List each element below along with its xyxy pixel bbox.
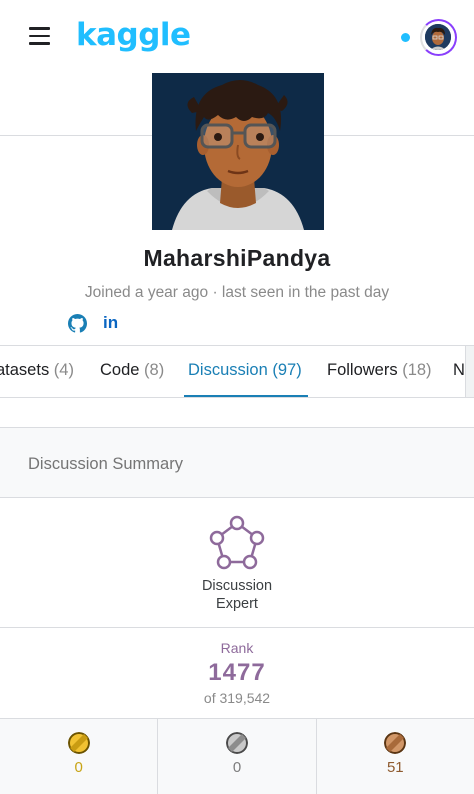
profile-tabs: atasets (4) Code (8) Discussion (97) Fol… bbox=[0, 345, 474, 398]
rank-value: 1477 bbox=[208, 659, 266, 686]
linkedin-icon[interactable]: in bbox=[103, 313, 118, 333]
tier-label-line1: Discussion bbox=[201, 578, 273, 594]
silver-medal-count: 0 bbox=[232, 759, 242, 776]
tab-label: Followers bbox=[327, 361, 398, 379]
tab-next[interactable]: N bbox=[453, 361, 465, 380]
profile-picture bbox=[152, 73, 324, 230]
tab-label: N bbox=[453, 361, 465, 379]
user-avatar-button[interactable] bbox=[420, 19, 457, 56]
avatar bbox=[425, 24, 451, 50]
tab-count: (8) bbox=[144, 361, 165, 379]
hamburger-menu-icon[interactable] bbox=[29, 27, 53, 47]
medals-row: 0 0 51 bbox=[0, 718, 474, 794]
section-gap bbox=[0, 398, 474, 427]
gold-medal-cell: 0 bbox=[0, 719, 159, 794]
tab-count: (18) bbox=[402, 361, 432, 379]
tab-label: Code bbox=[100, 361, 140, 379]
tab-label: atasets bbox=[0, 361, 50, 379]
silver-medal-icon bbox=[225, 732, 248, 754]
tier-label: Discussion Expert bbox=[0, 577, 474, 613]
gold-medal-icon bbox=[67, 732, 90, 754]
tabs-scroll-edge[interactable] bbox=[465, 346, 474, 397]
kaggle-logo[interactable]: kaggle bbox=[76, 17, 191, 53]
rank-label: Rank bbox=[220, 640, 254, 656]
profile-joined-text: Joined a year ago · last seen in the pas… bbox=[84, 284, 390, 301]
tab-label: Discussion bbox=[188, 361, 268, 379]
notification-dot bbox=[401, 33, 410, 42]
tab-count: (4) bbox=[53, 361, 74, 379]
gold-medal-count: 0 bbox=[74, 759, 83, 776]
silver-medal-cell: 0 bbox=[158, 719, 317, 794]
social-links: in bbox=[68, 313, 118, 333]
discussion-expert-icon bbox=[209, 515, 265, 570]
summary-title: Discussion Summary bbox=[28, 455, 183, 473]
profile-username: MaharshiPandya bbox=[143, 245, 331, 271]
tab-discussion[interactable]: Discussion (97) bbox=[188, 361, 302, 380]
tab-code[interactable]: Code (8) bbox=[100, 361, 164, 380]
tab-count: (97) bbox=[272, 361, 302, 379]
bronze-medal-icon bbox=[384, 732, 407, 754]
rank-total: of 319,542 bbox=[203, 690, 271, 706]
bronze-medal-count: 51 bbox=[386, 759, 404, 776]
github-icon[interactable] bbox=[68, 313, 87, 333]
tier-label-line2: Expert bbox=[216, 596, 258, 612]
tab-datasets[interactable]: atasets (4) bbox=[0, 361, 74, 380]
top-bar: kaggle bbox=[0, 0, 474, 74]
rank-divider bbox=[0, 627, 474, 628]
summary-header: Discussion Summary bbox=[0, 427, 474, 498]
bronze-medal-cell: 51 bbox=[317, 719, 474, 794]
tab-followers[interactable]: Followers (18) bbox=[327, 361, 432, 380]
